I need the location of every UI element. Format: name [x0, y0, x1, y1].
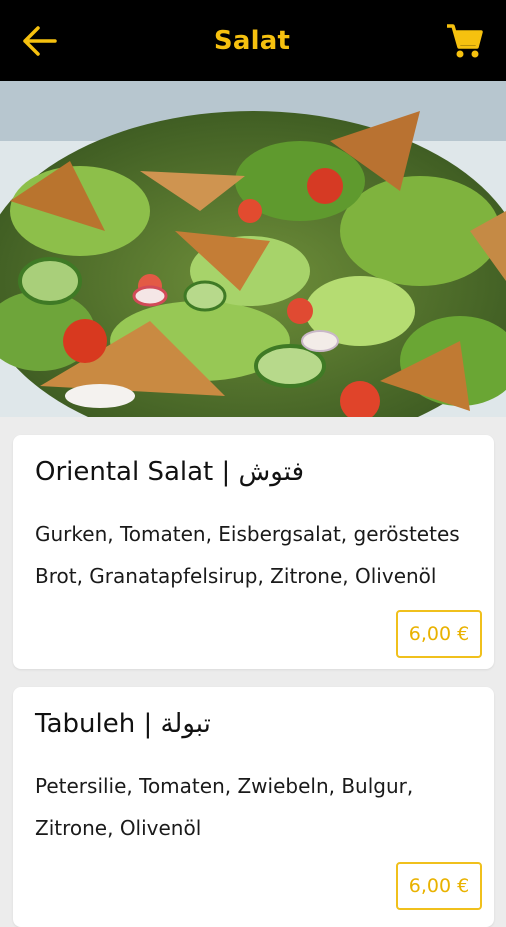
- salad-photo: [0, 81, 506, 417]
- menu-item-description: Gurken, Tomaten, Eisbergsalat, geröstete…: [35, 522, 460, 588]
- price-button[interactable]: 6,00 €: [396, 610, 482, 658]
- menu-item-name: Tabuleh | تبولة: [35, 709, 211, 739]
- menu-item-card[interactable]: Oriental Salat | فتوش Gurken, Tomaten, E…: [13, 435, 494, 669]
- menu-list: Oriental Salat | فتوش Gurken, Tomaten, E…: [0, 417, 506, 927]
- menu-item-name: Oriental Salat | فتوش: [35, 457, 304, 487]
- page-title: Salat: [213, 25, 291, 56]
- shopping-cart-icon: [447, 23, 483, 57]
- cart-button[interactable]: [444, 21, 484, 61]
- menu-item-card[interactable]: Tabuleh | تبولة Petersilie, Tomaten, Zwi…: [13, 687, 494, 927]
- menu-item-description: Petersilie, Tomaten, Zwiebeln, Bulgur, Z…: [35, 774, 414, 840]
- arrow-left-icon: [23, 25, 57, 56]
- back-button[interactable]: [20, 21, 60, 61]
- app-bar: Salat: [0, 0, 506, 81]
- price-button[interactable]: 6,00 €: [396, 862, 482, 910]
